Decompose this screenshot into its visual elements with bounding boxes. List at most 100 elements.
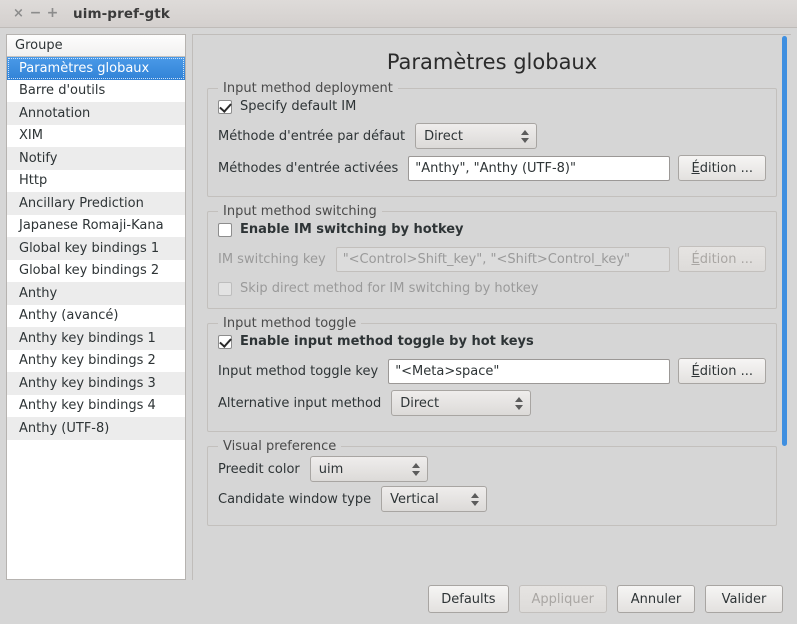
skip-direct-method-row: Skip direct method for IM switching by h… (218, 281, 766, 296)
input-method-toggle-key-row: Input method toggle key "<Meta>space" Éd… (218, 357, 766, 385)
sidebar-item-global-key-bindings-2[interactable]: Global key bindings 2 (7, 260, 185, 283)
chevron-down-icon (521, 137, 530, 143)
preedit-color-label: Preedit color (218, 461, 300, 477)
sidebar-item-global-key-bindings-1[interactable]: Global key bindings 1 (7, 237, 185, 260)
sidebar-column-header[interactable]: Groupe (7, 35, 185, 57)
button-label: dition ... (699, 363, 753, 379)
dialog-action-bar: Defaults Appliquer Annuler Valider (0, 580, 797, 624)
enable-im-switching-checkbox[interactable] (218, 222, 232, 237)
sidebar-item-label: Global key bindings 2 (19, 263, 160, 279)
chevron-up-icon (471, 492, 480, 498)
page-title: Paramètres globaux (386, 50, 598, 74)
sidebar-item-label: Anthy key bindings 1 (19, 330, 156, 346)
sidebar-item-http[interactable]: Http (7, 170, 185, 193)
cancel-button[interactable]: Annuler (617, 585, 695, 613)
sidebar-item-ancillary-prediction[interactable]: Ancillary Prediction (7, 192, 185, 215)
scrollbar-thumb[interactable] (782, 36, 787, 446)
app-window: × − + uim-pref-gtk Groupe Paramètres glo… (0, 0, 797, 624)
section-input-method-deployment: Input method deployment Specify default … (207, 81, 777, 197)
sidebar-item-label: Notify (19, 150, 58, 166)
section-legend: Input method toggle (218, 316, 362, 331)
sidebar-list[interactable]: Paramètres globaux Barre d'outils Annota… (7, 57, 185, 579)
edit-input-method-toggle-key-button[interactable]: Édition ... (678, 358, 766, 384)
sidebar-item-label: Barre d'outils (19, 83, 106, 99)
edit-enabled-input-methods-button[interactable]: Édition ... (678, 155, 766, 181)
group-sidebar: Groupe Paramètres globaux Barre d'outils… (6, 34, 186, 580)
sidebar-item-barre-d-outils[interactable]: Barre d'outils (7, 80, 185, 103)
enable-im-switching-label: Enable IM switching by hotkey (240, 222, 464, 237)
section-input-method-switching: Input method switching Enable IM switchi… (207, 204, 777, 309)
preedit-color-combo[interactable]: uim (309, 456, 428, 482)
section-legend: Input method deployment (218, 81, 398, 96)
sidebar-item-label: Anthy (UTF-8) (19, 420, 110, 436)
ok-button[interactable]: Valider (705, 585, 783, 613)
sidebar-item-anthy-key-bindings-1[interactable]: Anthy key bindings 1 (7, 327, 185, 350)
section-legend: Visual preference (218, 439, 342, 454)
sidebar-item-annotation[interactable]: Annotation (7, 102, 185, 125)
preedit-color-row: Preedit color uim (218, 455, 766, 483)
preedit-color-value: uim (318, 461, 344, 477)
chevron-down-icon (411, 470, 420, 476)
sidebar-item-anthy-avance[interactable]: Anthy (avancé) (7, 305, 185, 328)
minimize-icon[interactable]: − (27, 5, 44, 22)
spinner-arrows-icon (518, 129, 532, 143)
section-legend: Input method switching (218, 204, 382, 219)
skip-direct-method-checkbox (218, 281, 232, 296)
default-input-method-label: Méthode d'entrée par défaut (218, 128, 406, 144)
close-icon[interactable]: × (10, 5, 27, 22)
chevron-up-icon (515, 396, 524, 402)
sidebar-item-anthy-key-bindings-4[interactable]: Anthy key bindings 4 (7, 395, 185, 418)
section-visual-preference: Visual preference Preedit color uim Cand… (207, 439, 777, 526)
window-title: uim-pref-gtk (73, 5, 170, 22)
sidebar-item-parametres-globaux[interactable]: Paramètres globaux (7, 57, 185, 80)
button-label: dition ... (699, 251, 753, 267)
vertical-scrollbar[interactable] (782, 36, 787, 580)
candidate-window-type-combo[interactable]: Vertical (381, 486, 488, 512)
sidebar-item-anthy-key-bindings-2[interactable]: Anthy key bindings 2 (7, 350, 185, 373)
default-input-method-combo[interactable]: Direct (415, 123, 538, 149)
window-body: Groupe Paramètres globaux Barre d'outils… (0, 28, 797, 580)
edit-im-switching-key-button: Édition ... (678, 246, 766, 272)
candidate-window-type-label: Candidate window type (218, 491, 372, 507)
candidate-window-type-value: Vertical (390, 491, 439, 507)
sidebar-item-notify[interactable]: Notify (7, 147, 185, 170)
enable-im-switching-row[interactable]: Enable IM switching by hotkey (218, 222, 766, 237)
im-switching-key-input: "<Control>Shift_key", "<Shift>Control_ke… (335, 246, 671, 272)
candidate-window-type-row: Candidate window type Vertical (218, 485, 766, 513)
chevron-down-icon (515, 404, 524, 410)
button-label: dition ... (699, 160, 753, 176)
sidebar-item-xim[interactable]: XIM (7, 125, 185, 148)
sidebar-item-japanese-romaji-kana[interactable]: Japanese Romaji-Kana (7, 215, 185, 238)
sidebar-item-label: Annotation (19, 105, 91, 121)
alternative-input-method-value: Direct (400, 395, 440, 411)
specify-default-im-row[interactable]: Specify default IM (218, 99, 766, 114)
sidebar-item-label: Anthy key bindings 3 (19, 375, 156, 391)
im-switching-key-label: IM switching key (218, 251, 326, 267)
enabled-input-methods-row: Méthodes d'entrée activées "Anthy", "Ant… (218, 154, 766, 182)
maximize-icon[interactable]: + (44, 5, 61, 22)
alternative-input-method-combo[interactable]: Direct (391, 390, 532, 416)
alternative-input-method-label: Alternative input method (218, 395, 382, 411)
sidebar-item-label: Global key bindings 1 (19, 240, 160, 256)
enabled-input-methods-input[interactable]: "Anthy", "Anthy (UTF-8)" (408, 155, 671, 181)
default-input-method-row: Méthode d'entrée par défaut Direct (218, 122, 766, 150)
enabled-input-methods-label: Méthodes d'entrée activées (218, 160, 399, 176)
sidebar-item-anthy[interactable]: Anthy (7, 282, 185, 305)
sidebar-item-label: Paramètres globaux (19, 60, 150, 76)
mnemonic-letter: É (691, 363, 700, 379)
defaults-button[interactable]: Defaults (428, 585, 509, 613)
specify-default-im-label: Specify default IM (240, 99, 357, 114)
default-input-method-value: Direct (424, 128, 463, 144)
enable-input-method-toggle-checkbox[interactable] (218, 334, 232, 349)
sidebar-item-label: Anthy (avancé) (19, 308, 119, 324)
specify-default-im-checkbox[interactable] (218, 99, 232, 114)
enable-input-method-toggle-row[interactable]: Enable input method toggle by hot keys (218, 334, 766, 349)
mnemonic-letter: É (691, 160, 700, 176)
input-method-toggle-key-input[interactable]: "<Meta>space" (388, 358, 671, 384)
sidebar-item-label: Http (19, 173, 48, 189)
sidebar-item-anthy-key-bindings-3[interactable]: Anthy key bindings 3 (7, 372, 185, 395)
alternative-input-method-row: Alternative input method Direct (218, 389, 766, 417)
spinner-arrows-icon (409, 462, 423, 476)
sidebar-item-label: Japanese Romaji-Kana (19, 218, 164, 234)
sidebar-item-anthy-utf-8[interactable]: Anthy (UTF-8) (7, 417, 185, 440)
